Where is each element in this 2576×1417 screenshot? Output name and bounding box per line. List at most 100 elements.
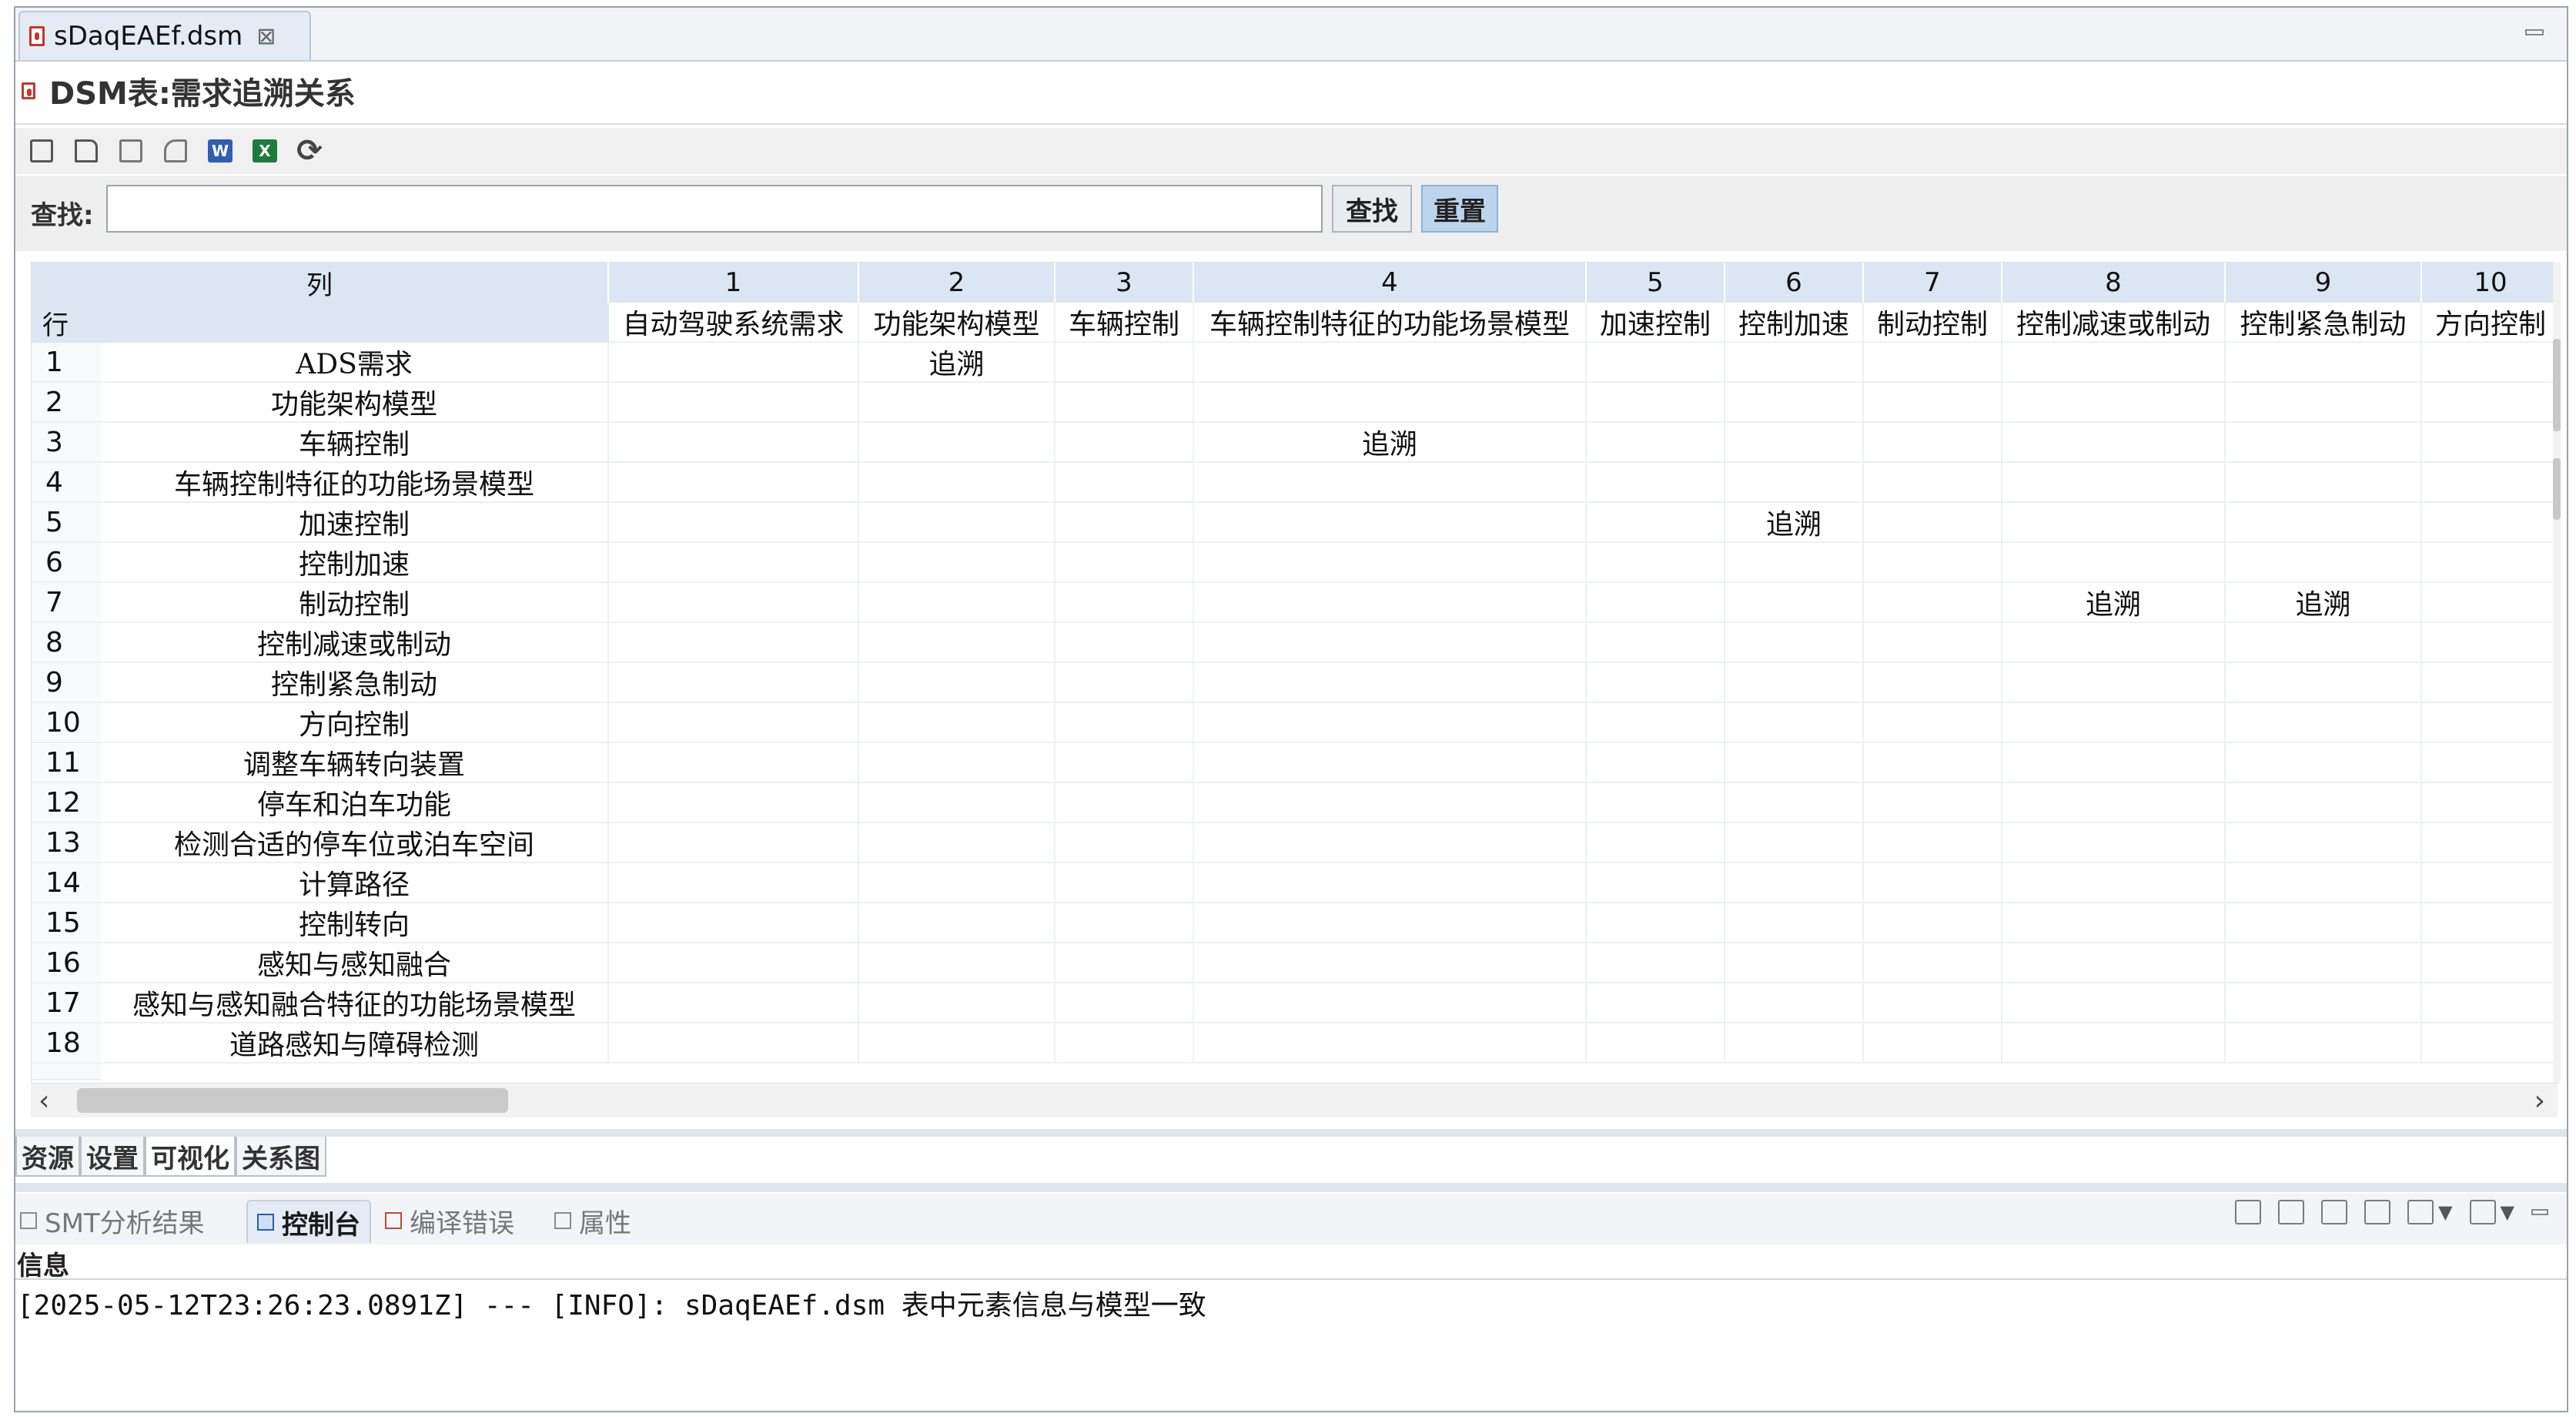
vertical-scrollbar[interactable] [2553, 262, 2561, 1083]
matrix-cell[interactable] [1864, 823, 2002, 863]
matrix-cell[interactable] [2422, 663, 2558, 703]
matrix-cell[interactable] [1194, 703, 1587, 743]
matrix-cell[interactable] [1725, 583, 1864, 623]
row-name[interactable]: 方向控制 [101, 703, 609, 743]
tab-compile-errors[interactable]: 编译错误 [385, 1200, 514, 1241]
column-name[interactable]: 车辆控制特征的功能场景模型 [1194, 303, 1587, 343]
matrix-cell[interactable] [1725, 543, 1864, 583]
matrix-cell[interactable] [1725, 823, 1864, 863]
column-number[interactable]: 8 [2002, 263, 2226, 303]
row-name[interactable]: 控制加速 [101, 543, 609, 583]
matrix-cell[interactable] [1055, 623, 1194, 663]
matrix-cell[interactable] [1194, 983, 1587, 1023]
matrix-cell[interactable] [2226, 543, 2422, 583]
matrix-cell[interactable] [1587, 703, 1725, 743]
row-number[interactable]: 3 [32, 423, 101, 463]
column-name[interactable]: 功能架构模型 [859, 303, 1055, 343]
matrix-cell[interactable] [859, 783, 1055, 823]
row-number[interactable]: 5 [32, 503, 101, 543]
row-number[interactable]: 11 [32, 743, 101, 783]
matrix-cell[interactable] [1864, 863, 2002, 903]
matrix-cell[interactable] [1725, 1023, 1864, 1064]
matrix-cell[interactable] [1194, 863, 1587, 903]
column-number[interactable]: 3 [1055, 263, 1194, 303]
matrix-cell[interactable] [1587, 423, 1725, 463]
matrix-cell[interactable] [2002, 703, 2226, 743]
matrix-cell[interactable] [609, 743, 859, 783]
column-name[interactable]: 方向控制 [2422, 303, 2558, 343]
generate-icon[interactable] [26, 136, 57, 166]
matrix-cell[interactable] [1194, 503, 1587, 543]
matrix-cell[interactable] [2422, 423, 2558, 463]
row-number[interactable]: 16 [32, 943, 101, 983]
matrix-cell[interactable] [1194, 783, 1587, 823]
matrix-cell[interactable] [2422, 463, 2558, 503]
matrix-cell[interactable] [1864, 543, 2002, 583]
matrix-cell[interactable] [1864, 983, 2002, 1023]
matrix-cell[interactable] [1587, 503, 1725, 543]
matrix-cell[interactable] [859, 383, 1055, 423]
matrix-cell[interactable] [1194, 663, 1587, 703]
row-name[interactable]: 停车和泊车功能 [101, 783, 609, 823]
matrix-cell[interactable] [1194, 903, 1587, 943]
row-name[interactable]: 车辆控制 [101, 423, 609, 463]
matrix-cell[interactable] [1055, 983, 1194, 1023]
scroll-lock-icon[interactable] [2278, 1200, 2305, 1224]
matrix-cell[interactable] [2002, 823, 2226, 863]
matrix-cell[interactable] [1587, 583, 1725, 623]
scroll-left-icon[interactable]: ‹ [38, 1085, 49, 1117]
matrix-cell[interactable] [1864, 703, 2002, 743]
matrix-cell[interactable] [1194, 383, 1587, 423]
row-number[interactable]: 8 [32, 623, 101, 663]
matrix-cell[interactable] [2226, 623, 2422, 663]
matrix-cell[interactable] [1055, 343, 1194, 383]
matrix-cell[interactable] [1864, 423, 2002, 463]
matrix-cell[interactable] [1587, 543, 1725, 583]
matrix-cell[interactable] [2422, 703, 2558, 743]
matrix-cell[interactable] [2226, 463, 2422, 503]
matrix-cell[interactable] [2002, 383, 2226, 423]
row-number[interactable]: 4 [32, 463, 101, 503]
matrix-cell[interactable] [859, 743, 1055, 783]
matrix-cell[interactable] [1055, 903, 1194, 943]
word-icon[interactable]: W [205, 136, 236, 166]
tab-resources[interactable]: 资源 [15, 1137, 80, 1177]
column-number[interactable]: 4 [1194, 263, 1587, 303]
matrix-cell[interactable] [609, 983, 859, 1023]
new-console-icon[interactable] [2469, 1200, 2496, 1224]
matrix-cell[interactable] [1194, 823, 1587, 863]
column-name[interactable]: 制动控制 [1864, 303, 2002, 343]
trace-cell[interactable]: 追溯 [859, 343, 1055, 383]
scroll-right-icon[interactable]: › [2534, 1085, 2545, 1117]
row-name[interactable]: 控制紧急制动 [101, 663, 609, 703]
row-number[interactable]: 17 [32, 983, 101, 1023]
matrix-cell[interactable] [2002, 743, 2226, 783]
matrix-cell[interactable] [1055, 943, 1194, 983]
matrix-cell[interactable] [1587, 863, 1725, 903]
close-icon[interactable]: ⊠ [256, 23, 276, 50]
matrix-cell[interactable] [609, 503, 859, 543]
row-number[interactable]: 6 [32, 543, 101, 583]
row-name[interactable]: 功能架构模型 [101, 383, 609, 423]
matrix-cell[interactable] [1864, 343, 2002, 383]
matrix-cell[interactable] [2002, 783, 2226, 823]
row-number[interactable]: 14 [32, 863, 101, 903]
matrix-cell[interactable] [1055, 863, 1194, 903]
matrix-cell[interactable] [2002, 503, 2226, 543]
matrix-cell[interactable] [1194, 743, 1587, 783]
matrix-cell[interactable] [2422, 1023, 2558, 1064]
matrix-cell[interactable] [2422, 583, 2558, 623]
matrix-cell[interactable] [1864, 463, 2002, 503]
matrix-cell[interactable] [2422, 983, 2558, 1023]
matrix-cell[interactable] [2422, 903, 2558, 943]
trace-cell[interactable]: 追溯 [2002, 583, 2226, 623]
tab-visualization[interactable]: 可视化 [145, 1137, 236, 1177]
tab-console[interactable]: 控制台 [246, 1200, 371, 1243]
minimize-icon[interactable] [2525, 29, 2544, 35]
matrix-cell[interactable] [1587, 1023, 1725, 1064]
matrix-cell[interactable] [1055, 503, 1194, 543]
matrix-cell[interactable] [2002, 983, 2226, 1023]
matrix-cell[interactable] [1587, 383, 1725, 423]
matrix-cell[interactable] [1864, 743, 2002, 783]
matrix-cell[interactable] [1587, 903, 1725, 943]
